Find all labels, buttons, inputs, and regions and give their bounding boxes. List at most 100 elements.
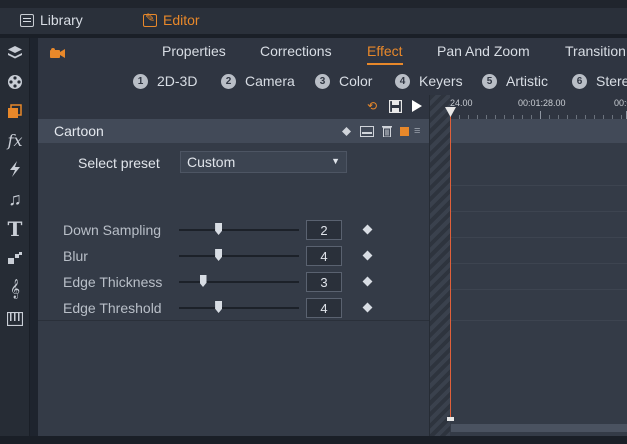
timeline-lane-divider xyxy=(450,263,627,264)
timeline-lane-divider xyxy=(450,320,627,321)
preset-label: Select preset xyxy=(78,155,160,171)
fx-icon[interactable]: fx xyxy=(4,129,26,151)
effect-title: Cartoon xyxy=(54,123,104,139)
param-label: Down Sampling xyxy=(63,222,162,238)
window-top-strip xyxy=(0,0,627,8)
panel-separator xyxy=(38,320,429,321)
piano-icon[interactable] xyxy=(4,308,26,330)
left-toolbar: fx ♫ T 𝄞 xyxy=(0,38,30,436)
timeline-lane-divider xyxy=(450,185,627,186)
timeline-lane-divider xyxy=(450,211,627,212)
playhead-line[interactable] xyxy=(450,107,451,419)
mode-bar: Library Editor xyxy=(0,8,627,34)
subtab-label: Stere xyxy=(596,73,627,89)
film-reel-icon[interactable] xyxy=(4,71,26,93)
param-label: Blur xyxy=(63,248,88,264)
library-mode-label: Library xyxy=(40,12,83,28)
keyframe-diamond-icon[interactable] xyxy=(342,125,351,137)
trash-icon[interactable] xyxy=(382,125,392,137)
reset-icon[interactable]: ⟲ xyxy=(365,99,379,113)
layer-icon[interactable] xyxy=(360,125,374,137)
param-slider-track[interactable] xyxy=(179,255,299,257)
tab-properties[interactable]: Properties xyxy=(162,43,226,59)
param-value-field[interactable]: 2 xyxy=(306,220,342,240)
play-icon[interactable] xyxy=(410,99,424,113)
tick-label: 00:01:28.00 xyxy=(518,98,566,108)
menu-icon[interactable]: ≡ xyxy=(414,125,420,137)
stack-icon[interactable] xyxy=(4,100,26,122)
timeline-lane-divider xyxy=(450,289,627,290)
subtab-stereo[interactable]: 6 Stere xyxy=(572,73,627,89)
preset-dropdown[interactable]: Custom ▼ xyxy=(180,151,347,173)
clef-icon[interactable]: 𝄞 xyxy=(4,278,26,300)
preset-value: Custom xyxy=(187,154,236,170)
param-value-field[interactable]: 4 xyxy=(306,298,342,318)
subtab-number: 2 xyxy=(221,73,236,89)
keyframe-diamond-icon[interactable] xyxy=(362,224,373,235)
subtab-keyers[interactable]: 4 Keyers xyxy=(395,73,463,89)
param-value-field[interactable]: 3 xyxy=(306,272,342,292)
tick-label: 24.00 xyxy=(450,98,473,108)
library-icon xyxy=(20,13,34,27)
subtab-label: Keyers xyxy=(419,73,463,89)
param-value-field[interactable]: 4 xyxy=(306,246,342,266)
chevron-down-icon: ▼ xyxy=(331,156,340,166)
effect-header: Properties Corrections Effect Pan And Zo… xyxy=(38,38,627,95)
subtab-camera[interactable]: 2 Camera xyxy=(221,73,295,89)
timeline-lane-divider xyxy=(450,237,627,238)
param-slider-track[interactable] xyxy=(179,281,299,283)
subtab-label: Artistic xyxy=(506,73,548,89)
param-slider-thumb[interactable] xyxy=(215,301,223,313)
subtab-number: 6 xyxy=(572,73,587,89)
timeline-ruler[interactable]: 24.00 00:01:28.00 00:0 xyxy=(450,95,627,119)
library-mode-tab[interactable]: Library xyxy=(20,8,83,32)
keyframe-diamond-icon[interactable] xyxy=(362,302,373,313)
param-row-blur: Blur 4 xyxy=(38,243,429,269)
transition-icon[interactable] xyxy=(4,248,26,270)
tab-effect[interactable]: Effect xyxy=(367,43,403,65)
playhead-foot[interactable] xyxy=(447,417,454,421)
effect-settings-panel: ⟲ Cartoon ≡ Select preset Custom ▼ Down … xyxy=(38,95,429,436)
bottom-bar xyxy=(0,436,627,444)
param-label: Edge Thickness xyxy=(63,274,163,290)
keyframe-diamond-icon[interactable] xyxy=(362,250,373,261)
param-row-down-sampling: Down Sampling 2 xyxy=(38,217,429,243)
subtab-artistic[interactable]: 5 Artistic xyxy=(482,73,548,89)
keyframe-diamond-icon[interactable] xyxy=(362,276,373,287)
effect-toolbar: ⟲ xyxy=(38,95,429,119)
lightning-icon[interactable] xyxy=(4,158,26,180)
keyframe-timeline[interactable]: 24.00 00:01:28.00 00:0 xyxy=(429,95,627,436)
editor-mode-label: Editor xyxy=(163,12,200,28)
param-label: Edge Threshold xyxy=(63,300,162,316)
media-icon[interactable] xyxy=(4,42,26,64)
editor-mode-tab[interactable]: Editor xyxy=(143,8,200,32)
param-slider-track[interactable] xyxy=(179,307,299,309)
param-slider-track[interactable] xyxy=(179,229,299,231)
param-slider-thumb[interactable] xyxy=(215,249,223,261)
effect-enabled-toggle[interactable] xyxy=(400,127,409,136)
tab-pan-and-zoom[interactable]: Pan And Zoom xyxy=(437,43,530,59)
subtab-number: 4 xyxy=(395,73,410,89)
subtab-label: 2D-3D xyxy=(157,73,198,89)
subtab-label: Color xyxy=(339,73,373,89)
param-slider-thumb[interactable] xyxy=(199,275,207,287)
timeline-before-start xyxy=(430,95,450,436)
timeline-scrollbar[interactable] xyxy=(451,424,627,432)
text-icon[interactable]: T xyxy=(4,217,26,241)
subtab-2d-3d[interactable]: 1 2D-3D xyxy=(133,73,197,89)
tick-label: 00:0 xyxy=(614,98,627,108)
music-note-icon[interactable]: ♫ xyxy=(4,188,26,210)
timeline-effect-track[interactable] xyxy=(450,119,627,143)
subtab-number: 1 xyxy=(133,73,148,89)
editor-content: Properties Corrections Effect Pan And Zo… xyxy=(38,38,627,436)
tab-corrections[interactable]: Corrections xyxy=(260,43,332,59)
param-row-edge-thickness: Edge Thickness 3 xyxy=(38,269,429,295)
param-slider-thumb[interactable] xyxy=(215,223,223,235)
tab-transition[interactable]: Transition xyxy=(565,43,626,59)
effect-title-row[interactable]: Cartoon ≡ xyxy=(38,119,429,143)
camera-icon xyxy=(50,46,65,62)
save-icon[interactable] xyxy=(388,99,402,113)
subtab-number: 5 xyxy=(482,73,497,89)
ruler-major-tick xyxy=(540,111,541,119)
subtab-color[interactable]: 3 Color xyxy=(315,73,372,89)
